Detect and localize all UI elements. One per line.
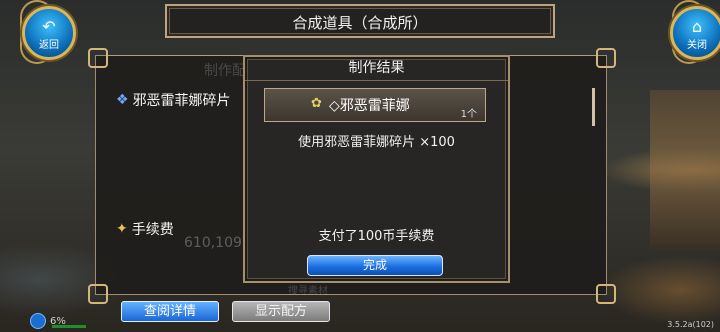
paid-fee-text: 支付了100币手续费 [318,229,435,244]
fee-row: ✦ 手续费 [116,219,174,239]
search-materials-hint: 搜寻素材 [288,286,328,297]
network-icon [30,313,46,329]
fee-label: 手续费 [131,222,174,238]
panel-scrollbar[interactable] [592,88,595,126]
material-row[interactable]: ❖ 邪恶雷菲娜碎片 [116,90,231,110]
corner-ornament-top-right [596,48,616,68]
corner-ornament-bottom-right [596,284,616,304]
background-building [650,90,720,250]
dialog-title: 制作结果 [245,57,508,81]
close-button-label: 关闭 [687,40,707,51]
corner-ornament-top-left [88,48,108,68]
home-icon: ⌂ [691,17,703,36]
window-title: 合成道具（合成所） [292,14,428,32]
version-label: 3.5.2a(102) [667,320,714,329]
material-label: 邪恶雷菲娜碎片 [132,93,231,109]
back-button-label: 返回 [39,40,59,51]
close-button[interactable]: ⌂ 关闭 [670,6,720,60]
view-details-button[interactable]: 查阅详情 [121,301,219,322]
used-materials-text: 使用邪恶雷菲娜碎片 ×100 [298,135,455,150]
result-item-name: ◇邪恶雷菲娜 [329,98,410,114]
back-arrow-icon: ↶ [42,17,56,36]
result-item-count: 1个 [460,109,477,120]
crystal-icon: ❖ [116,92,129,108]
result-item-box[interactable]: ✿ ◇邪恶雷菲娜 1个 [264,88,486,122]
coin-icon: ✦ [116,221,128,237]
title-bar: 合成道具（合成所） [165,4,555,38]
loading-bar [52,325,86,328]
result-dialog: 制作结果 ✿ ◇邪恶雷菲娜 1个 使用邪恶雷菲娜碎片 ×100 支付了100币手… [243,55,510,283]
leaf-icon: ✿ [311,96,322,111]
back-button[interactable]: ↶ 返回 [22,6,76,60]
show-recipe-button[interactable]: 显示配方 [232,301,330,322]
finish-button[interactable]: 完成 [307,255,443,276]
corner-ornament-bottom-left [88,284,108,304]
